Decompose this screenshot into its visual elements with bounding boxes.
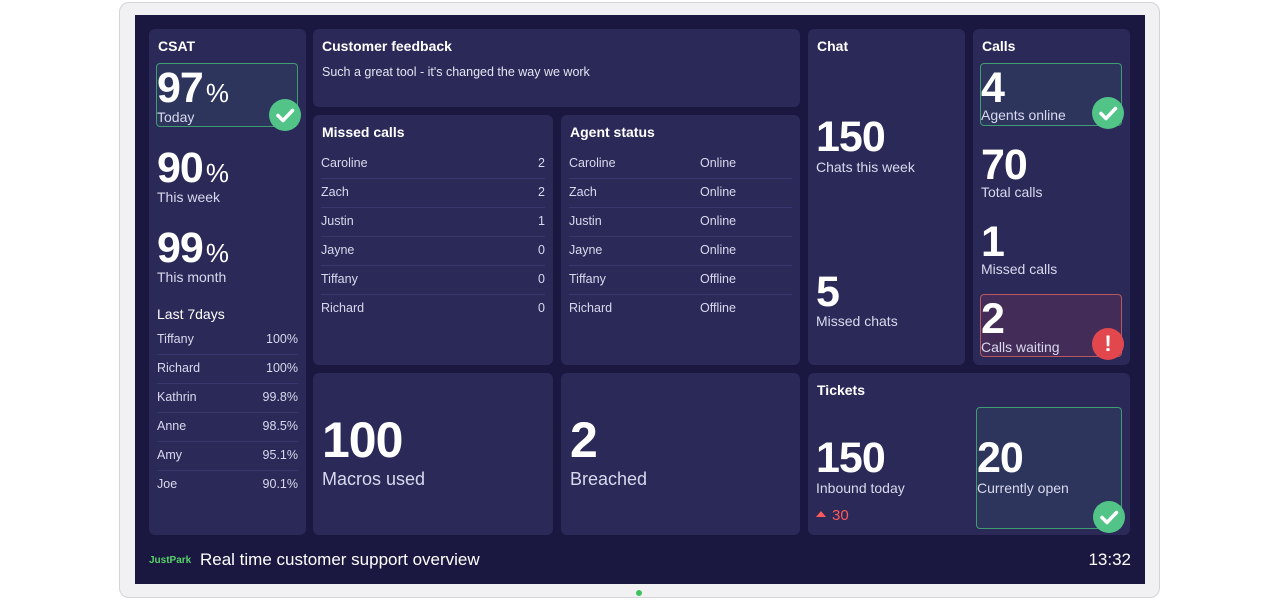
total-calls-value: 70 [981, 141, 1028, 189]
table-row: Richard Offline [569, 301, 736, 315]
breached-label: Breached [570, 469, 648, 489]
table-row: Richard 100% [157, 354, 298, 384]
alert-icon: ! [1092, 328, 1124, 360]
chats-week-label: Chats this week [816, 159, 915, 175]
table-row: Anne 98.5% [157, 412, 298, 442]
dashboard-footer: JustPark Real time customer support over… [149, 548, 1131, 572]
table-row: Justin Online [569, 207, 792, 237]
inbound-today-label: Inbound today [816, 480, 905, 496]
missed-calls-label: Missed calls [981, 261, 1058, 277]
customer-feedback-panel: Customer feedback Such a great tool - it… [313, 29, 800, 107]
check-icon [269, 99, 301, 131]
missed-calls-value: 1 [981, 218, 1005, 266]
missed-chats-value: 5 [816, 268, 840, 316]
csat-month-value: 99% [157, 224, 229, 272]
csat-week-label: This week [157, 189, 221, 205]
table-row: Justin 1 [321, 207, 545, 237]
calls-waiting-value: 2 [981, 295, 1005, 343]
csat-week-value: 90% [157, 144, 229, 192]
csat-last7-title: Last 7days [157, 306, 225, 322]
tickets-panel: Tickets 150 Inbound today 30 20 Currentl… [808, 373, 1130, 535]
agents-online-label: Agents online [981, 107, 1066, 123]
total-calls-label: Total calls [981, 184, 1043, 200]
calls-waiting-label: Calls waiting [981, 339, 1060, 355]
feedback-text: Such a great tool - it's changed the way… [322, 65, 590, 79]
csat-month-label: This month [157, 269, 227, 285]
breached-panel: 2 Breached [561, 373, 800, 535]
missed-calls-panel: Missed calls Caroline 2 Zach 2 Justin 1 Jay… [313, 115, 553, 365]
agent-status-panel: Agent status Caroline Online Zach Online J… [561, 115, 800, 365]
breached-value: 2 [570, 412, 598, 468]
table-row: Zach 2 [321, 178, 545, 208]
table-row: Caroline 2 [321, 149, 545, 179]
table-row: Jayne Online [569, 236, 792, 266]
calls-panel: Calls 4 Agents online 70 Total calls 1 M… [973, 29, 1130, 365]
tickets-title: Tickets [817, 382, 865, 398]
table-row: Zach Online [569, 178, 792, 208]
dashboard-screen: CSAT 97% Today 90% This week 99% This mo… [135, 15, 1145, 584]
csat-title: CSAT [158, 38, 196, 54]
check-icon [1093, 501, 1125, 533]
agent-status-title: Agent status [570, 124, 655, 140]
arrow-up-icon [816, 511, 826, 518]
chat-title: Chat [817, 38, 849, 54]
table-row: Jayne 0 [321, 236, 545, 266]
feedback-title: Customer feedback [322, 38, 452, 54]
table-row: Richard 0 [321, 301, 545, 315]
csat-panel: CSAT 97% Today 90% This week 99% This mo… [149, 29, 306, 535]
table-row: Tiffany Offline [569, 265, 792, 295]
csat-today-value: 97% [157, 64, 229, 112]
macros-label: Macros used [322, 469, 426, 489]
inbound-today-value: 150 [816, 434, 886, 482]
currently-open-value: 20 [977, 434, 1024, 482]
csat-today-label: Today [157, 109, 195, 125]
table-row: Joe 90.1% [157, 477, 298, 491]
currently-open-label: Currently open [977, 480, 1069, 496]
check-icon [1092, 97, 1124, 129]
table-row: Tiffany 100% [157, 325, 298, 355]
table-row: Amy 95.1% [157, 441, 298, 471]
justpark-logo: JustPark [149, 555, 192, 566]
table-row: Caroline Online [569, 149, 792, 179]
power-led [636, 590, 642, 596]
inbound-delta: 30 [816, 507, 849, 524]
missed-calls-title: Missed calls [322, 124, 405, 140]
chat-panel: Chat 150 Chats this week 5 Missed chats [808, 29, 965, 365]
table-row: Tiffany 0 [321, 265, 545, 295]
calls-title: Calls [982, 38, 1016, 54]
agents-online-value: 4 [981, 64, 1005, 112]
table-row: Kathrin 99.8% [157, 383, 298, 413]
dashboard-title: Real time customer support overview [200, 550, 480, 569]
chats-week-value: 150 [816, 113, 886, 161]
missed-chats-label: Missed chats [816, 313, 898, 329]
clock: 13:32 [1088, 550, 1131, 569]
macros-value: 100 [322, 412, 403, 468]
macros-panel: 100 Macros used [313, 373, 553, 535]
